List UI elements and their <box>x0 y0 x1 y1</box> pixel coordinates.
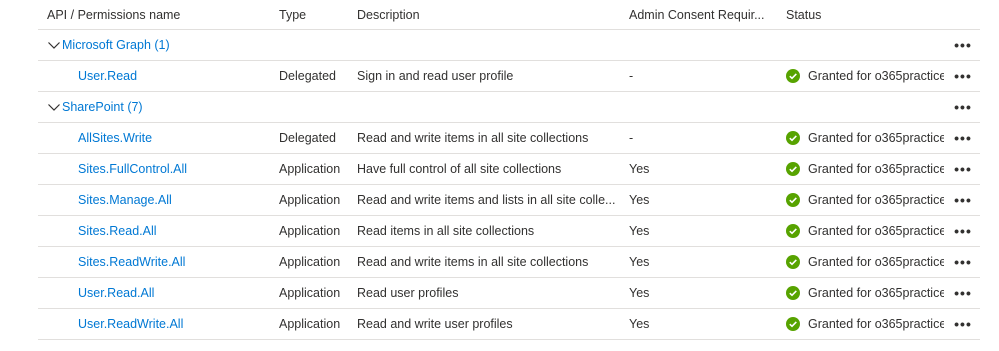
permission-name-link[interactable]: Sites.FullControl.All <box>78 162 187 176</box>
status-text: Granted for o365practice <box>808 317 944 331</box>
permission-name-link[interactable]: Sites.ReadWrite.All <box>78 255 185 269</box>
more-options-icon[interactable]: ••• <box>948 154 978 184</box>
more-options-icon[interactable]: ••• <box>948 61 978 91</box>
check-circle-icon <box>786 162 800 176</box>
permission-description: Read items in all site collections <box>357 224 535 238</box>
table-header-row: API / Permissions name Type Description … <box>38 0 980 30</box>
permission-description: Sign in and read user profile <box>357 69 514 83</box>
permission-name-link[interactable]: Sites.Manage.All <box>78 193 172 207</box>
column-header-name[interactable]: API / Permissions name <box>47 0 277 29</box>
permission-name-link[interactable]: AllSites.Write <box>78 131 152 145</box>
admin-consent-value: - <box>629 131 634 145</box>
table-row: Sites.FullControl.All Application Have f… <box>38 154 980 185</box>
status-cell: Granted for o365practice <box>786 247 944 277</box>
permissions-table: API / Permissions name Type Description … <box>38 0 980 340</box>
column-header-description[interactable]: Description <box>357 0 629 29</box>
more-options-icon[interactable]: ••• <box>948 216 978 246</box>
check-circle-icon <box>786 286 800 300</box>
group-label[interactable]: SharePoint (7) <box>62 100 143 114</box>
admin-consent-value: Yes <box>629 286 650 300</box>
admin-consent-value: Yes <box>629 317 650 331</box>
group-header: SharePoint (7) <box>47 92 277 122</box>
status-text: Granted for o365practice <box>808 193 944 207</box>
permission-type: Application <box>279 317 341 331</box>
admin-consent-value: Yes <box>629 193 650 207</box>
chevron-down-icon <box>47 39 61 51</box>
check-circle-icon <box>786 193 800 207</box>
column-header-status[interactable]: Status <box>786 0 944 29</box>
more-options-icon[interactable]: ••• <box>948 278 978 308</box>
status-text: Granted for o365practice <box>808 255 944 269</box>
more-options-icon[interactable]: ••• <box>948 309 978 339</box>
permission-name-link[interactable]: User.Read <box>78 69 137 83</box>
check-circle-icon <box>786 224 800 238</box>
column-header-type[interactable]: Type <box>279 0 357 29</box>
group-toggle[interactable]: SharePoint (7) <box>47 100 143 114</box>
check-circle-icon <box>786 317 800 331</box>
check-circle-icon <box>786 131 800 145</box>
admin-consent-value: Yes <box>629 224 650 238</box>
permission-name-link[interactable]: Sites.Read.All <box>78 224 157 238</box>
chevron-down-icon <box>47 101 61 113</box>
status-text: Granted for o365practice <box>808 69 944 83</box>
table-row: Sites.Read.All Application Read items in… <box>38 216 980 247</box>
more-options-icon[interactable]: ••• <box>948 123 978 153</box>
group-row-sharepoint: SharePoint (7) ••• <box>38 92 980 123</box>
status-cell: Granted for o365practice <box>786 278 944 308</box>
permission-type: Application <box>279 162 341 176</box>
group-label[interactable]: Microsoft Graph (1) <box>62 38 170 52</box>
permission-type: Application <box>279 224 341 238</box>
permission-type: Application <box>279 286 341 300</box>
table-row: User.Read.All Application Read user prof… <box>38 278 980 309</box>
permission-type: Application <box>279 255 341 269</box>
table-row: Sites.ReadWrite.All Application Read and… <box>38 247 980 278</box>
permission-description: Read and write items in all site collect… <box>357 131 589 145</box>
table-row: User.Read Delegated Sign in and read use… <box>38 61 980 92</box>
permission-type: Delegated <box>279 131 336 145</box>
check-circle-icon <box>786 69 800 83</box>
table-row: AllSites.Write Delegated Read and write … <box>38 123 980 154</box>
status-cell: Granted for o365practice <box>786 61 944 91</box>
permission-name-link[interactable]: User.ReadWrite.All <box>78 317 183 331</box>
permission-name-link[interactable]: User.Read.All <box>78 286 154 300</box>
status-cell: Granted for o365practice <box>786 185 944 215</box>
status-text: Granted for o365practice <box>808 131 944 145</box>
column-header-admin-consent[interactable]: Admin Consent Requir... <box>629 0 779 29</box>
status-cell: Granted for o365practice <box>786 309 944 339</box>
permission-description: Have full control of all site collection… <box>357 162 562 176</box>
permission-description: Read user profiles <box>357 286 459 300</box>
status-cell: Granted for o365practice <box>786 216 944 246</box>
more-options-icon[interactable]: ••• <box>948 185 978 215</box>
table-row: Sites.Manage.All Application Read and wr… <box>38 185 980 216</box>
check-circle-icon <box>786 255 800 269</box>
status-text: Granted for o365practice <box>808 224 944 238</box>
table-row: User.ReadWrite.All Application Read and … <box>38 309 980 340</box>
group-row-microsoft-graph: Microsoft Graph (1) ••• <box>38 30 980 61</box>
permission-type: Delegated <box>279 69 336 83</box>
permission-description: Read and write user profiles <box>357 317 513 331</box>
more-options-icon[interactable]: ••• <box>948 92 978 122</box>
admin-consent-value: - <box>629 69 634 83</box>
permission-description: Read and write items and lists in all si… <box>357 193 616 207</box>
group-header: Microsoft Graph (1) <box>47 30 277 60</box>
group-toggle[interactable]: Microsoft Graph (1) <box>47 38 170 52</box>
admin-consent-value: Yes <box>629 255 650 269</box>
permission-description: Read and write items in all site collect… <box>357 255 589 269</box>
admin-consent-value: Yes <box>629 162 650 176</box>
status-text: Granted for o365practice <box>808 162 944 176</box>
more-options-icon[interactable]: ••• <box>948 247 978 277</box>
more-options-icon[interactable]: ••• <box>948 30 978 60</box>
status-text: Granted for o365practice <box>808 286 944 300</box>
status-cell: Granted for o365practice <box>786 154 944 184</box>
status-cell: Granted for o365practice <box>786 123 944 153</box>
permission-type: Application <box>279 193 341 207</box>
